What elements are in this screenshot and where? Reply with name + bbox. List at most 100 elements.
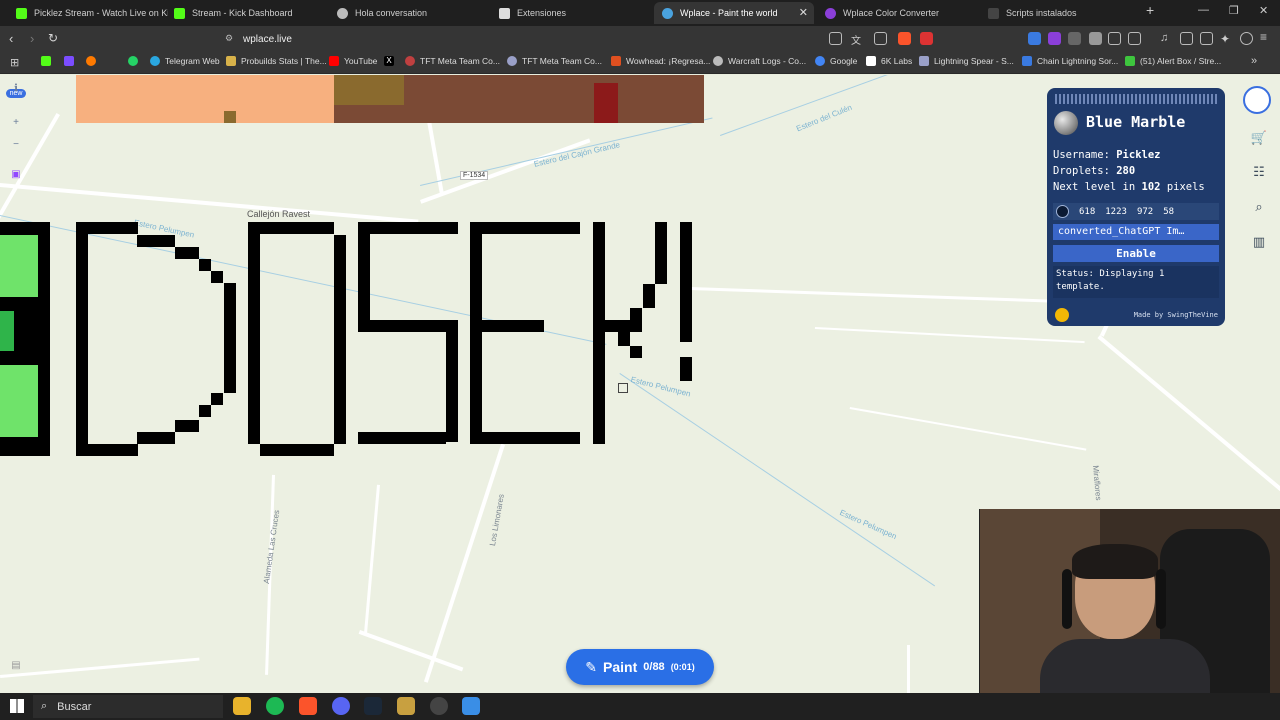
tab-kick-stream[interactable]: Picklez Stream - Watch Live on Kick bbox=[8, 2, 168, 24]
brave-shield-icon[interactable] bbox=[898, 32, 911, 45]
alliance-icon[interactable]: ☷ bbox=[1250, 164, 1268, 182]
zoom-in-icon[interactable]: + bbox=[6, 117, 26, 128]
pixel-letter-d bbox=[199, 259, 211, 271]
twitch-icon[interactable]: ▣ bbox=[6, 169, 26, 180]
pixel-letter-e bbox=[470, 320, 544, 332]
extensions-menu-icon[interactable] bbox=[1128, 32, 1141, 45]
translate-icon[interactable]: 文 bbox=[851, 32, 864, 47]
extension-icon[interactable] bbox=[1048, 32, 1061, 45]
bookmark-item[interactable] bbox=[86, 56, 96, 66]
tab-wplace[interactable]: Wplace - Paint the world ✕ bbox=[654, 2, 814, 24]
globe-icon bbox=[337, 7, 348, 19]
tab-scripts[interactable]: Scripts instalados bbox=[980, 2, 1140, 24]
brave-rewards-icon[interactable] bbox=[920, 32, 933, 45]
tab-color-converter[interactable]: Wplace Color Converter bbox=[817, 2, 977, 24]
bookmark-probuilds[interactable]: Probuilds Stats | The... bbox=[226, 56, 327, 66]
bookmark-alert-box[interactable]: (51) Alert Box / Stre... bbox=[1125, 56, 1221, 66]
bookmark-item[interactable] bbox=[128, 56, 138, 66]
forward-icon[interactable]: › bbox=[30, 31, 34, 46]
extension-icon[interactable] bbox=[1089, 32, 1102, 45]
site-info-icon[interactable]: ⚙ bbox=[225, 33, 233, 44]
windows-start-icon[interactable] bbox=[10, 699, 24, 713]
wplace-icon bbox=[662, 7, 673, 19]
more-bookmarks-icon[interactable]: » bbox=[1251, 55, 1257, 67]
music-icon[interactable]: ♫ bbox=[1160, 32, 1173, 45]
minimize-icon[interactable]: — bbox=[1198, 4, 1209, 16]
user-avatar[interactable] bbox=[1243, 86, 1271, 114]
zoom-out-icon[interactable]: − bbox=[6, 139, 26, 150]
restore-icon[interactable]: ❐ bbox=[1229, 4, 1239, 17]
search-icon: ⌕ bbox=[41, 700, 48, 712]
pixel-letter-d bbox=[199, 405, 211, 417]
reload-icon[interactable]: ↻ bbox=[48, 31, 58, 45]
bookmark-tft-2[interactable]: TFT Meta Team Co... bbox=[507, 56, 602, 66]
headphones bbox=[1156, 569, 1166, 629]
bookmark-tft-1[interactable]: TFT Meta Team Co... bbox=[405, 56, 500, 66]
pixel-letter-d bbox=[137, 432, 175, 444]
taskbar-search[interactable]: ⌕ Buscar bbox=[33, 695, 223, 718]
file-explorer-icon[interactable] bbox=[233, 697, 251, 715]
leaderboard-icon[interactable]: ▥ bbox=[1250, 234, 1268, 252]
close-icon[interactable]: ✕ bbox=[799, 6, 808, 19]
bookmark-youtube[interactable]: YouTube bbox=[329, 56, 377, 66]
vpn-icon[interactable] bbox=[1240, 32, 1253, 45]
obs-icon[interactable] bbox=[430, 697, 448, 715]
youtube-icon bbox=[329, 56, 339, 66]
extension-icon[interactable] bbox=[1028, 32, 1041, 45]
wallet-icon[interactable] bbox=[1200, 32, 1213, 45]
tab-kick-dashboard[interactable]: Stream - Kick Dashboard bbox=[166, 2, 326, 24]
spotify-icon[interactable] bbox=[266, 697, 284, 715]
road bbox=[358, 630, 464, 672]
bookmark-item[interactable] bbox=[41, 56, 51, 66]
app-icon[interactable] bbox=[462, 697, 480, 715]
tab-hola[interactable]: Hola conversation bbox=[329, 2, 489, 24]
drag-handle[interactable] bbox=[1055, 94, 1217, 104]
bookmark-warcraftlogs[interactable]: Warcraft Logs - Co... bbox=[713, 56, 806, 66]
steam-icon[interactable] bbox=[364, 697, 382, 715]
leo-icon[interactable]: ✦ bbox=[1220, 32, 1233, 46]
share-icon[interactable] bbox=[874, 32, 887, 45]
bookmark-google[interactable]: Google bbox=[815, 56, 857, 66]
apps-icon[interactable]: ⊞ bbox=[10, 56, 19, 69]
window-close-icon[interactable]: ✕ bbox=[1259, 4, 1268, 17]
paint-button[interactable]: ✎ Paint 0/88 (0:01) bbox=[566, 649, 714, 685]
extension-icon[interactable] bbox=[1108, 32, 1121, 45]
app-icon[interactable] bbox=[397, 697, 415, 715]
enable-button[interactable]: Enable bbox=[1053, 245, 1219, 262]
bookmark-chain-lightning[interactable]: Chain Lightning Sor... bbox=[1022, 56, 1118, 66]
coord-input[interactable]: 58 bbox=[1163, 207, 1174, 217]
coord-input[interactable]: 972 bbox=[1137, 207, 1153, 217]
coin-icon[interactable] bbox=[1055, 308, 1069, 322]
telegram-icon bbox=[150, 56, 160, 66]
new-tab-icon[interactable]: + bbox=[1146, 2, 1154, 18]
back-icon[interactable]: ‹ bbox=[9, 31, 13, 46]
store-icon[interactable]: 🛒 bbox=[1250, 130, 1268, 148]
extension-icon[interactable] bbox=[1068, 32, 1081, 45]
bookmark-telegram[interactable]: Telegram Web bbox=[150, 56, 220, 66]
pixel-letter-e bbox=[470, 222, 482, 444]
tab-extensiones[interactable]: Extensiones bbox=[491, 2, 651, 24]
bookmark-6klabs[interactable]: 6K Labs bbox=[866, 56, 912, 66]
pixel-letter-k bbox=[618, 332, 630, 346]
pixel-letter-o bbox=[334, 235, 346, 444]
bookmark-lightning-spear[interactable]: Lightning Spear - S... bbox=[919, 56, 1014, 66]
coord-input[interactable]: 618 bbox=[1079, 207, 1095, 217]
sidebar-icon[interactable] bbox=[1180, 32, 1193, 45]
layers-icon[interactable]: ▤ bbox=[6, 660, 26, 671]
coord-input[interactable]: 1223 bbox=[1105, 207, 1127, 217]
scripts-icon bbox=[988, 7, 999, 19]
road bbox=[1097, 335, 1280, 493]
info-icon[interactable]: ℹ bbox=[6, 83, 26, 94]
blue-marble-panel: Blue Marble Username: Picklez Droplets: … bbox=[1047, 88, 1225, 326]
template-file-button[interactable]: converted_ChatGPT Im… bbox=[1053, 224, 1219, 240]
menu-icon[interactable]: ≡ bbox=[1260, 30, 1273, 44]
droplets-line: Droplets: 280 bbox=[1053, 165, 1136, 177]
cast-icon[interactable] bbox=[829, 32, 842, 45]
bookmark-item[interactable] bbox=[64, 56, 74, 66]
brave-icon[interactable] bbox=[299, 697, 317, 715]
search-icon[interactable]: ⌕ bbox=[1250, 199, 1268, 217]
discord-icon[interactable] bbox=[332, 697, 350, 715]
location-pin-icon[interactable] bbox=[1056, 205, 1069, 218]
bookmark-x[interactable]: X bbox=[384, 56, 394, 66]
bookmark-wowhead[interactable]: Wowhead: ¡Regresa... bbox=[611, 56, 710, 66]
